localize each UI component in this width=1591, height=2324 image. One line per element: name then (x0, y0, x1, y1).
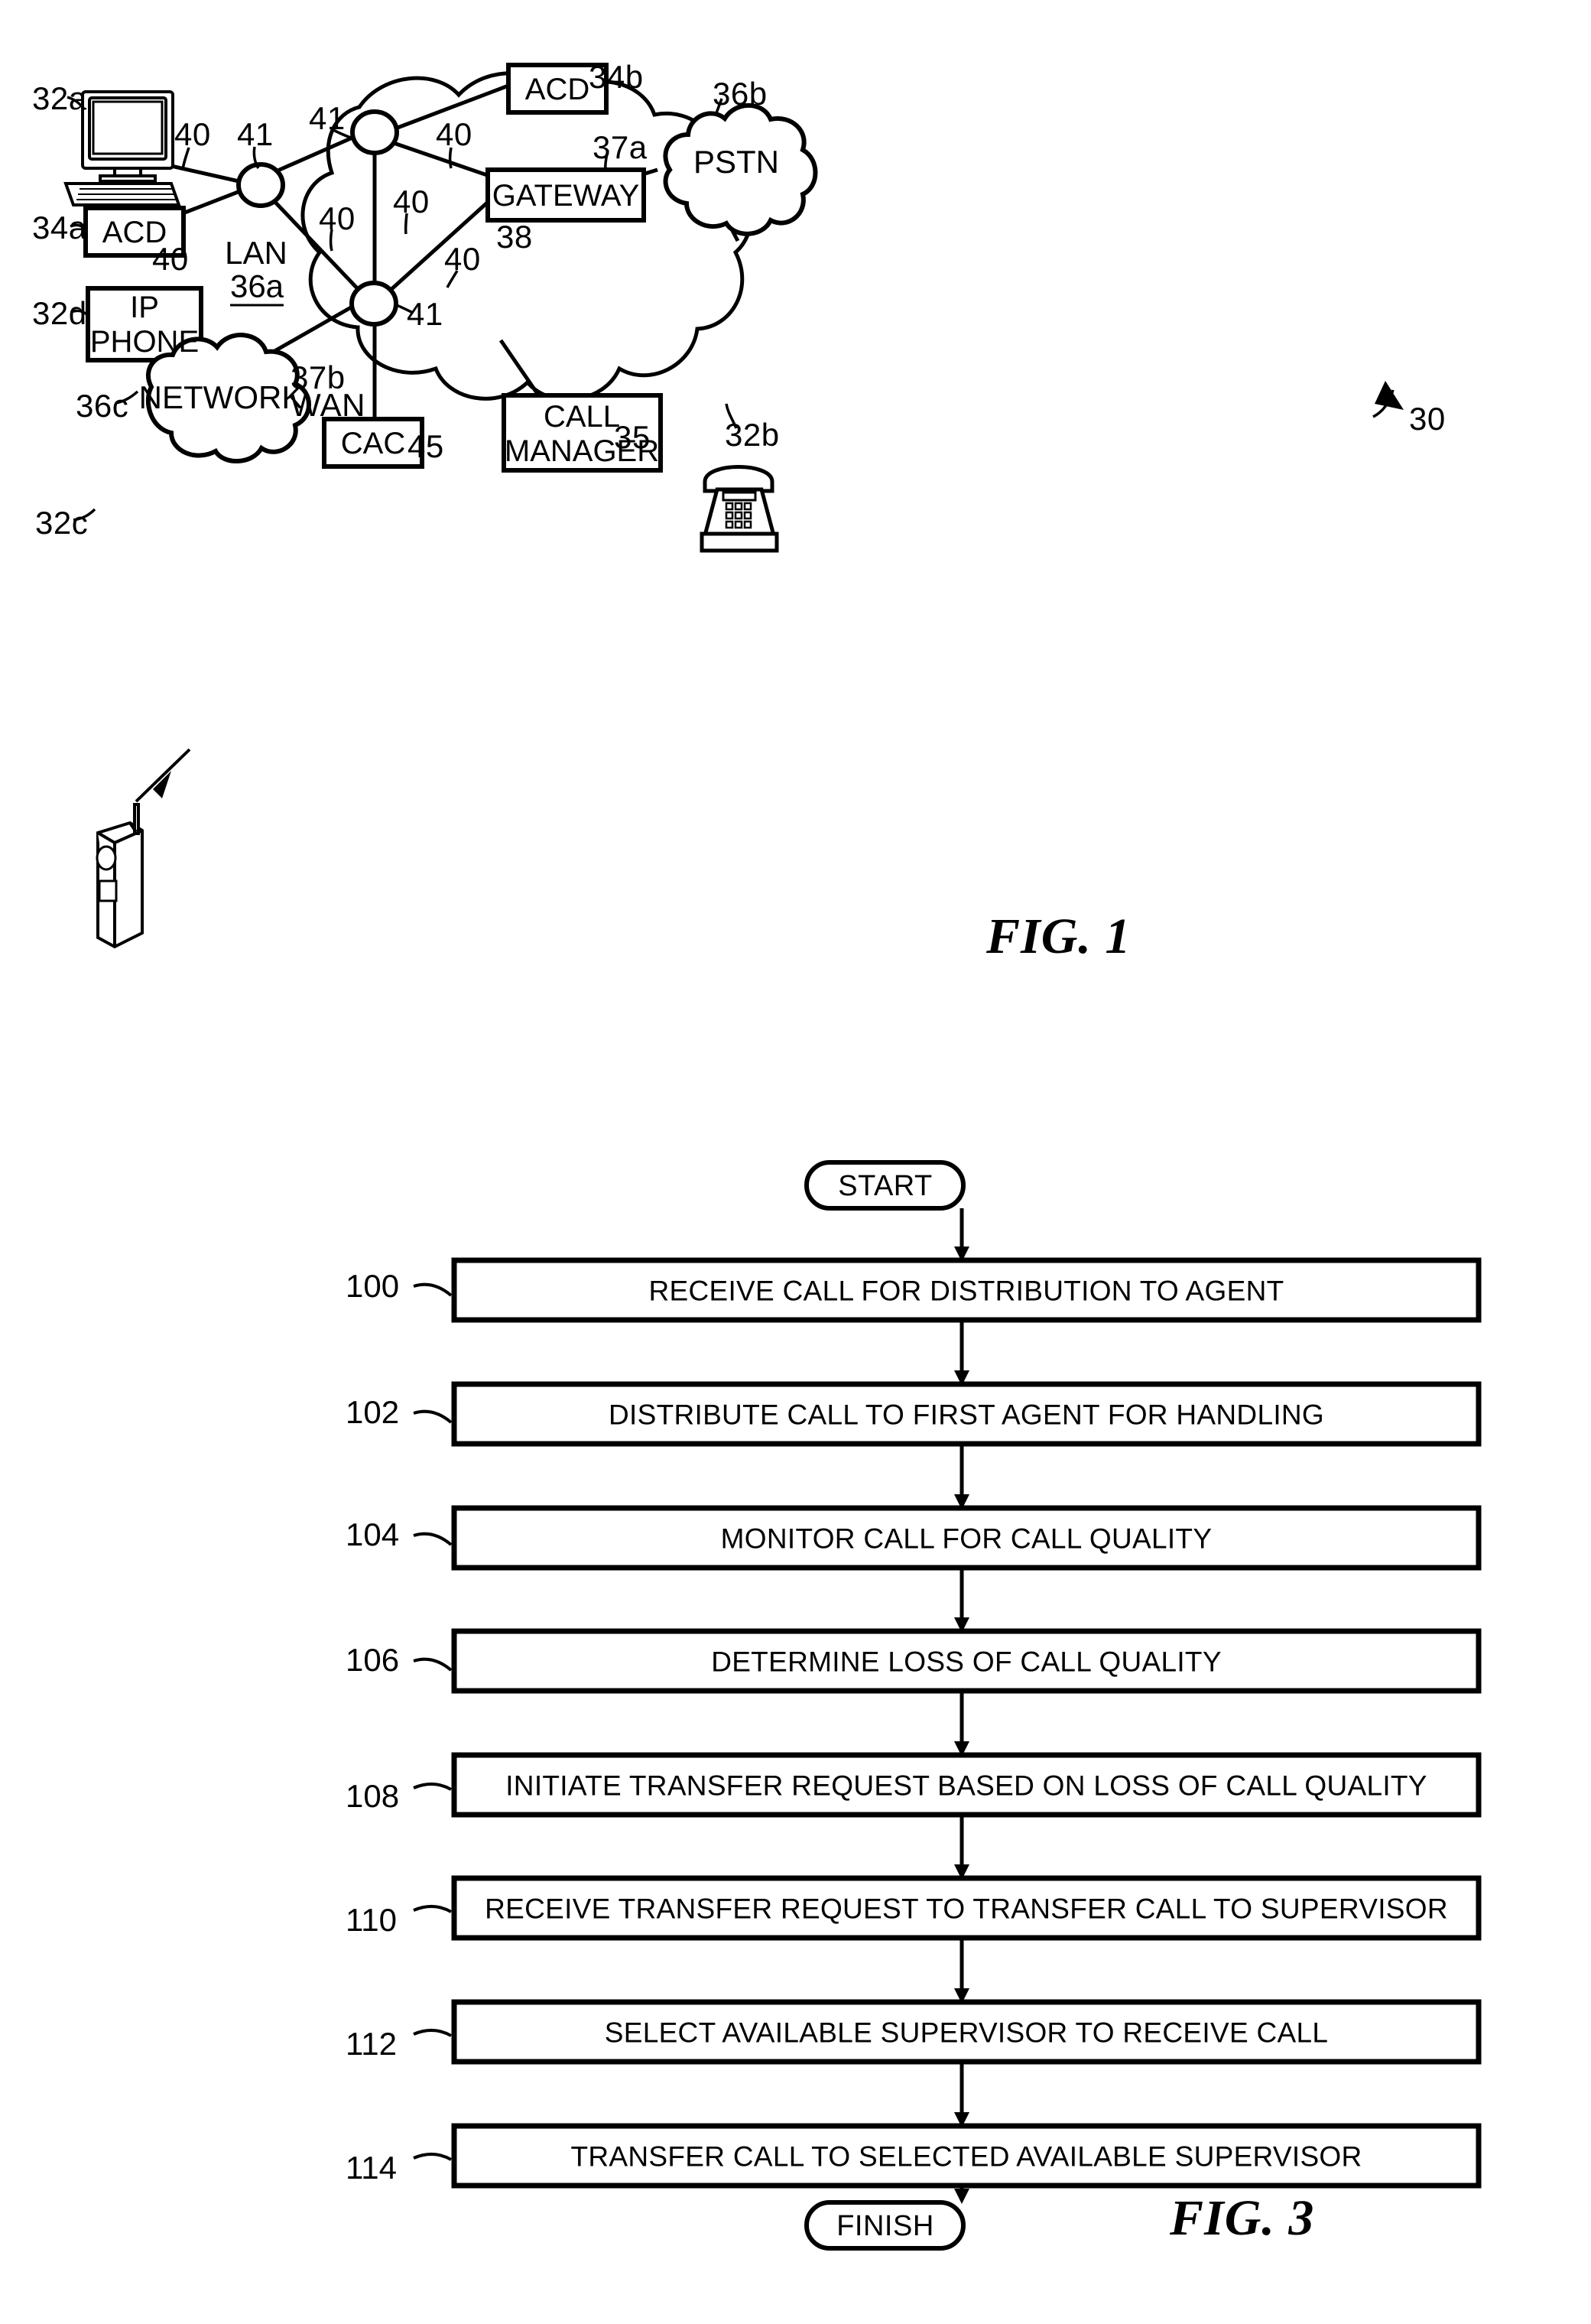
leader-step-114 (413, 2153, 452, 2161)
leader-step-102 (413, 1409, 453, 1424)
ref-32d: 32d (32, 295, 87, 331)
ref-40-gateway-link: 40 (436, 116, 472, 152)
step-text-110: RECEIVE TRANSFER REQUEST TO TRANSFER CAL… (485, 1893, 1448, 1925)
call-manager-label-line1: CALL (543, 400, 621, 434)
finish-label: FINISH (836, 2210, 934, 2242)
ref-41-router-top: 41 (309, 100, 346, 136)
ref-36b: 36b (713, 76, 768, 112)
leader-step-104 (413, 1532, 453, 1546)
network-label: NETWORK (138, 379, 304, 415)
leader-step-100 (413, 1282, 453, 1297)
mobile-phone-icon (96, 803, 144, 949)
ref-34b: 34b (589, 59, 644, 95)
step-number-104: 104 (346, 1516, 400, 1552)
ref-40-gateway-lower-link: 40 (444, 241, 481, 277)
figure-3-title: FIG. 3 (1170, 2190, 1315, 2246)
step-number-114: 114 (346, 2150, 397, 2186)
ref-37a: 37a (593, 129, 648, 165)
ref-30: 30 (1409, 401, 1446, 437)
ref-36c: 36c (76, 388, 129, 424)
step-text-102: DISTRIBUTE CALL TO FIRST AGENT FOR HANDL… (608, 1399, 1325, 1431)
leader-step-110 (413, 1905, 452, 1913)
step-number-102: 102 (346, 1394, 400, 1430)
router-node-left (236, 162, 285, 208)
ref-40-vertical-link: 40 (393, 184, 430, 219)
step-number-106: 106 (346, 1642, 400, 1678)
figure-1-title: FIG. 1 (986, 908, 1132, 964)
leader-step-106 (413, 1657, 453, 1672)
gateway-label: GATEWAY (492, 179, 640, 213)
ref-38: 38 (496, 219, 533, 255)
patent-drawing-sheet: 32a 34a 32d 36c 32c 34b 36b 37a 38 35 45… (0, 0, 1591, 2324)
ref-45: 45 (407, 428, 444, 464)
step-text-104: MONITOR CALL FOR CALL QUALITY (720, 1523, 1213, 1555)
leader-step-112 (413, 2029, 452, 2037)
ref-32a: 32a (32, 80, 87, 116)
desk-telephone-icon (700, 465, 779, 553)
router-node-bottom (349, 281, 398, 327)
system-arrowhead (1375, 381, 1404, 410)
cac-label: CAC (340, 427, 406, 460)
ref-41-router-left: 41 (237, 116, 274, 152)
step-number-112: 112 (346, 2026, 397, 2062)
drawing-canvas (63, 63, 1482, 2251)
step-text-114: TRANSFER CALL TO SELECTED AVAILABLE SUPE… (570, 2140, 1362, 2173)
step-text-108: INITIATE TRANSFER REQUEST BASED ON LOSS … (505, 1770, 1427, 1802)
ref-40-diag-link: 40 (319, 200, 356, 236)
ref-41-router-bottom: 41 (407, 296, 443, 332)
pstn-label: PSTN (693, 144, 780, 180)
lan-label: LAN (225, 235, 287, 271)
step-number-100: 100 (346, 1268, 400, 1304)
step-number-110: 110 (346, 1902, 397, 1938)
ref-32c: 32c (35, 505, 89, 541)
call-manager-label-line2: MANAGER (504, 434, 660, 468)
router-node-top (350, 109, 399, 155)
ref-40-ws-link: 40 (174, 116, 211, 152)
leader-step-108 (413, 1783, 452, 1791)
lan-ref: 36a (229, 270, 284, 307)
step-text-112: SELECT AVAILABLE SUPERVISOR TO RECEIVE C… (604, 2017, 1329, 2049)
ref-34a: 34a (32, 210, 87, 245)
ip-phone-label-line1: IP (130, 291, 159, 324)
step-text-100: RECEIVE CALL FOR DISTRIBUTION TO AGENT (648, 1275, 1284, 1307)
acd-top-label: ACD (524, 73, 590, 106)
start-label: START (838, 1170, 933, 1202)
acd-left-label: ACD (102, 216, 167, 249)
flowchart-shapes (413, 1160, 1482, 2251)
step-number-108: 108 (346, 1778, 400, 1814)
ref-32b: 32b (725, 417, 780, 453)
step-text-106: DETERMINE LOSS OF CALL QUALITY (711, 1646, 1222, 1678)
ip-phone-label-line2: PHONE (89, 325, 200, 359)
